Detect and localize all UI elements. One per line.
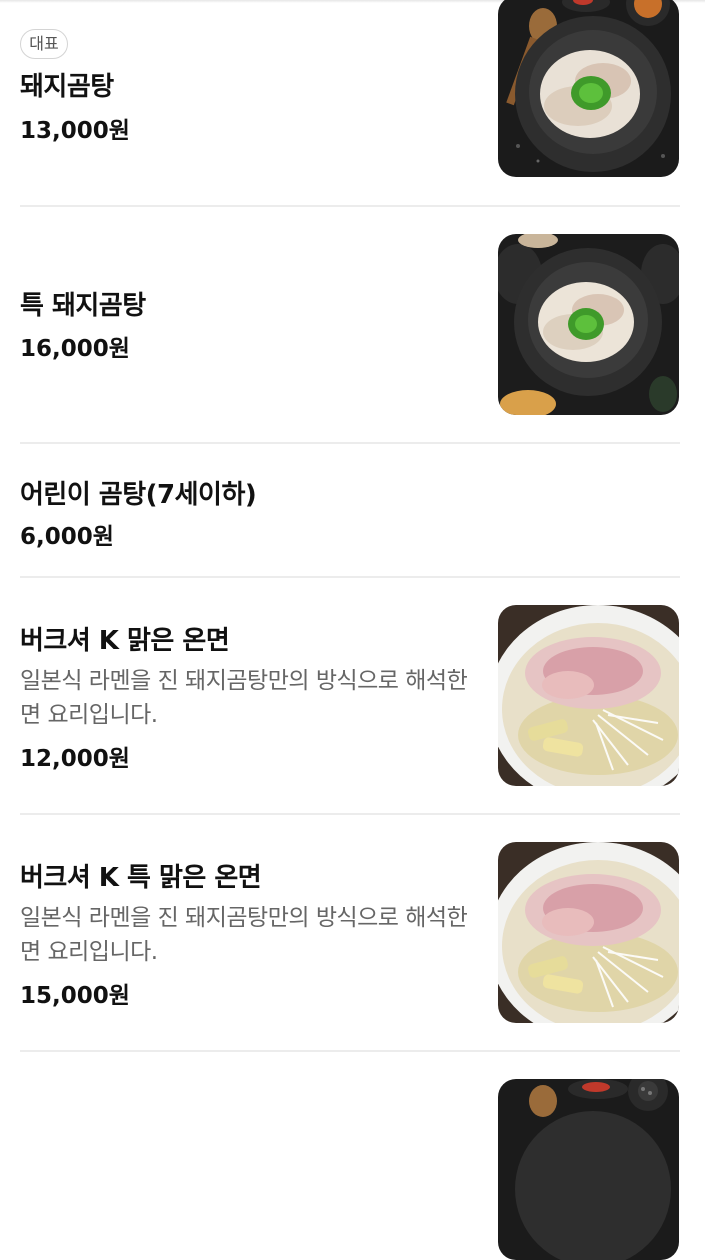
menu-item-name: 버크셔 K 특 맑은 온면: [20, 863, 262, 893]
menu-item-price: 15,000원: [20, 983, 130, 1009]
menu-item-photo[interactable]: [498, 842, 679, 1023]
bowl-black-icon: [498, 1079, 679, 1260]
menu-item-description: 일본식 라멘을 진 돼지곰탕만의 방식으로 해석한 면 요리입니다.: [20, 905, 468, 965]
menu-item-price: 16,000원: [20, 336, 130, 362]
menu-item-photo[interactable]: [498, 0, 679, 177]
menu-item-photo[interactable]: [498, 605, 679, 786]
menu-item-name: 어린이 곰탕(7세이하): [20, 480, 257, 510]
menu-item-berkshire-special-clear-noodle[interactable]: 버크셔 K 특 맑은 온면 일본식 라멘을 진 돼지곰탕만의 방식으로 해석한 …: [20, 814, 680, 1051]
signature-badge: 대표: [20, 29, 68, 59]
menu-item-name: 돼지곰탕: [20, 72, 114, 102]
ramen-bowl-icon: [498, 605, 679, 786]
ramen-bowl-icon: [498, 842, 679, 1023]
menu-item-price: 13,000원: [20, 118, 130, 144]
menu-item-name: 버크셔 K 맑은 온면: [20, 626, 230, 656]
menu-item-name: 특 돼지곰탕: [20, 291, 146, 321]
menu-item-photo[interactable]: [498, 1079, 679, 1260]
menu-item-berkshire-clear-noodle[interactable]: 버크셔 K 맑은 온면 일본식 라멘을 진 돼지곰탕만의 방식으로 해석한 면 …: [20, 577, 680, 814]
menu-item-special-pork-gomtang[interactable]: 특 돼지곰탕 16,000원: [20, 206, 680, 443]
bowl-black-icon: [498, 234, 679, 415]
menu-item-price: 12,000원: [20, 746, 130, 772]
menu-item-photo[interactable]: [498, 234, 679, 415]
menu-item-description: 일본식 라멘을 진 돼지곰탕만의 방식으로 해석한 면 요리입니다.: [20, 668, 468, 728]
menu-item-pork-gomtang[interactable]: 대표 돼지곰탕 13,000원: [20, 0, 680, 205]
bowl-black-icon: [498, 0, 679, 177]
menu-item-price: 6,000원: [20, 524, 114, 550]
menu-item-partial[interactable]: [20, 1051, 680, 1260]
menu-item-kids-gomtang[interactable]: 어린이 곰탕(7세이하) 6,000원: [20, 443, 680, 577]
